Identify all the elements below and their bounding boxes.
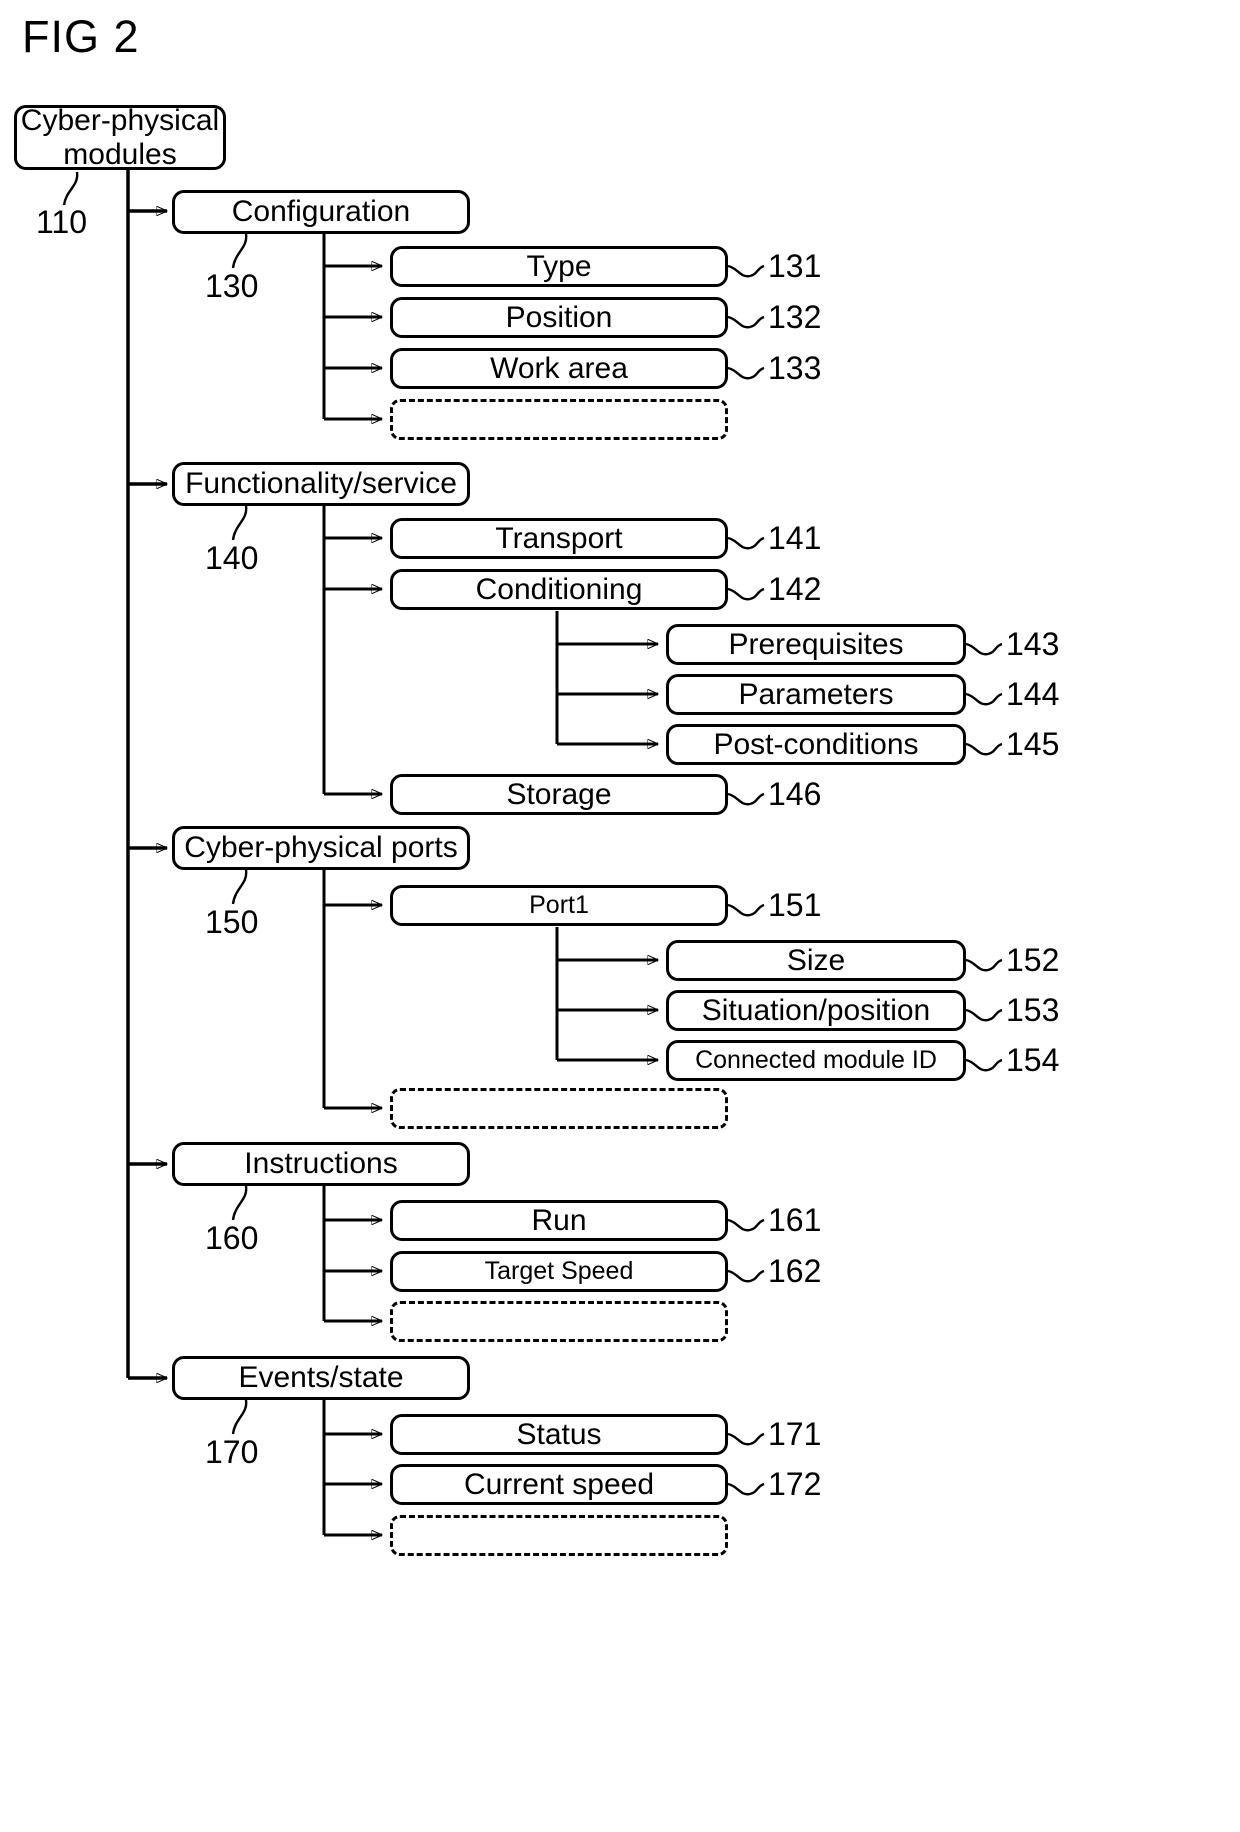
ref-160: 160 xyxy=(205,1220,259,1256)
node-type[interactable]: Type xyxy=(390,246,728,287)
ref-145: 145 xyxy=(1006,726,1060,762)
ref-146: 146 xyxy=(768,776,822,812)
node-prerequisites[interactable]: Prerequisites xyxy=(666,624,966,665)
node-work-area[interactable]: Work area xyxy=(390,348,728,389)
node-status[interactable]: Status xyxy=(390,1414,728,1455)
node-configuration[interactable]: Configuration xyxy=(172,190,470,234)
ref-161: 161 xyxy=(768,1202,822,1238)
node-functionality-service[interactable]: Functionality/service xyxy=(172,462,470,506)
node-configuration-placeholder[interactable] xyxy=(390,399,728,440)
node-situation-position[interactable]: Situation/position xyxy=(666,990,966,1031)
node-port1[interactable]: Port1 xyxy=(390,885,728,926)
node-parameters[interactable]: Parameters xyxy=(666,674,966,715)
ref-130: 130 xyxy=(205,268,259,304)
node-events-state[interactable]: Events/state xyxy=(172,1356,470,1400)
ref-131: 131 xyxy=(768,248,822,284)
node-storage[interactable]: Storage xyxy=(390,774,728,815)
node-run[interactable]: Run xyxy=(390,1200,728,1241)
ref-154: 154 xyxy=(1006,1042,1060,1078)
ref-142: 142 xyxy=(768,571,822,607)
node-target-speed[interactable]: Target Speed xyxy=(390,1251,728,1292)
ref-151: 151 xyxy=(768,887,822,923)
ref-143: 143 xyxy=(1006,626,1060,662)
node-instructions-placeholder[interactable] xyxy=(390,1301,728,1342)
ref-171: 171 xyxy=(768,1416,822,1452)
ref-150: 150 xyxy=(205,904,259,940)
node-cyber-physical-ports[interactable]: Cyber-physical ports xyxy=(172,826,470,870)
node-connected-module-id[interactable]: Connected module ID xyxy=(666,1040,966,1081)
ref-170: 170 xyxy=(205,1434,259,1470)
ref-152: 152 xyxy=(1006,942,1060,978)
node-conditioning[interactable]: Conditioning xyxy=(390,569,728,610)
ref-172: 172 xyxy=(768,1466,822,1502)
node-position[interactable]: Position xyxy=(390,297,728,338)
ref-140: 140 xyxy=(205,540,259,576)
node-current-speed[interactable]: Current speed xyxy=(390,1464,728,1505)
node-instructions[interactable]: Instructions xyxy=(172,1142,470,1186)
ref-110: 110 xyxy=(36,204,88,240)
node-size[interactable]: Size xyxy=(666,940,966,981)
ref-132: 132 xyxy=(768,299,822,335)
ref-141: 141 xyxy=(768,520,822,556)
node-ports-placeholder[interactable] xyxy=(390,1088,728,1129)
node-transport[interactable]: Transport xyxy=(390,518,728,559)
figure-canvas: FIG 2 Cyber-physical modules 110 Configu… xyxy=(0,0,1240,1832)
node-post-conditions[interactable]: Post-conditions xyxy=(666,724,966,765)
ref-133: 133 xyxy=(768,350,822,386)
ref-162: 162 xyxy=(768,1253,822,1289)
node-events-placeholder[interactable] xyxy=(390,1515,728,1556)
ref-144: 144 xyxy=(1006,676,1060,712)
node-cyber-physical-modules[interactable]: Cyber-physical modules xyxy=(14,104,226,171)
ref-153: 153 xyxy=(1006,992,1060,1028)
